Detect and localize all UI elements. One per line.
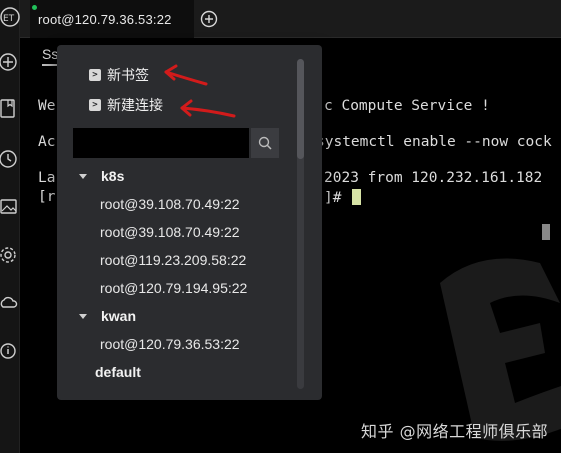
terminal-line: Ac bbox=[38, 134, 56, 150]
terminal-icon: > bbox=[89, 69, 101, 81]
connection-status-dot bbox=[32, 5, 37, 10]
terminal-line: We bbox=[38, 98, 56, 114]
tab-label: root@120.79.36.53:22 bbox=[38, 11, 172, 27]
annotation-arrow-icon bbox=[180, 99, 236, 118]
logo-icon[interactable]: ET bbox=[0, 6, 20, 28]
tab-active-session[interactable]: root@120.79.36.53:22 bbox=[30, 0, 194, 38]
terminal-cursor bbox=[352, 189, 362, 205]
terminal-line: La bbox=[38, 170, 56, 186]
add-tab-button[interactable] bbox=[200, 10, 218, 28]
host-item[interactable]: root@119.23.209.58:22 bbox=[100, 249, 246, 271]
image-icon[interactable] bbox=[0, 196, 20, 218]
host-item[interactable]: root@39.108.70.49:22 bbox=[100, 193, 240, 215]
host-item[interactable]: root@39.108.70.49:22 bbox=[100, 221, 240, 243]
menu-scrollbar-thumb[interactable] bbox=[297, 59, 304, 159]
host-item[interactable]: root@120.79.194.95:22 bbox=[100, 277, 247, 299]
svg-text:ET: ET bbox=[3, 14, 15, 24]
terminal-line: 2023 from 120.232.161.182 bbox=[324, 170, 543, 186]
chevron-down-icon bbox=[79, 313, 87, 319]
annotation-arrow-icon bbox=[164, 64, 208, 86]
info-icon[interactable] bbox=[0, 340, 20, 362]
group-label: kwan bbox=[101, 308, 137, 324]
settings-icon[interactable] bbox=[0, 244, 20, 266]
prompt-text: ]# bbox=[324, 190, 351, 206]
host-item[interactable]: root@120.79.36.53:22 bbox=[100, 333, 240, 355]
left-rail: ET bbox=[0, 0, 20, 453]
group-kwan[interactable]: kwan bbox=[79, 305, 136, 327]
new-bookmark-item[interactable]: > 新书签 bbox=[89, 63, 149, 87]
search-input[interactable] bbox=[73, 128, 249, 158]
group-default[interactable]: default bbox=[95, 361, 141, 383]
terminal-prompt: ]# bbox=[324, 189, 362, 206]
search-icon bbox=[258, 136, 272, 150]
plus-circle-icon bbox=[200, 10, 218, 28]
bookmark-icon[interactable] bbox=[0, 98, 20, 120]
watermark-text: 知乎 @网络工程师俱乐部 bbox=[361, 422, 549, 441]
terminal-line: c Compute Service ! bbox=[324, 98, 490, 114]
cloud-sync-icon[interactable] bbox=[0, 292, 20, 314]
new-connection-item[interactable]: > 新建连接 bbox=[89, 93, 163, 117]
terminal-line: systemctl enable --now cock bbox=[316, 134, 552, 150]
menu-scrollbar[interactable] bbox=[297, 59, 304, 389]
terminal-scroll-marker[interactable] bbox=[542, 224, 550, 240]
group-label: k8s bbox=[101, 168, 125, 184]
new-bookmark-label: 新书签 bbox=[107, 67, 149, 83]
group-k8s[interactable]: k8s bbox=[79, 165, 124, 187]
tab-bar: root@120.79.36.53:22 bbox=[20, 0, 561, 38]
history-icon[interactable] bbox=[0, 148, 20, 170]
add-icon[interactable] bbox=[0, 51, 20, 73]
new-connection-label: 新建连接 bbox=[107, 97, 163, 113]
terminal-icon: > bbox=[89, 99, 101, 111]
session-subtab[interactable]: Ss bbox=[42, 46, 59, 66]
chevron-down-icon bbox=[79, 173, 87, 179]
terminal-line: [r bbox=[38, 189, 56, 205]
search-button[interactable] bbox=[251, 128, 279, 158]
